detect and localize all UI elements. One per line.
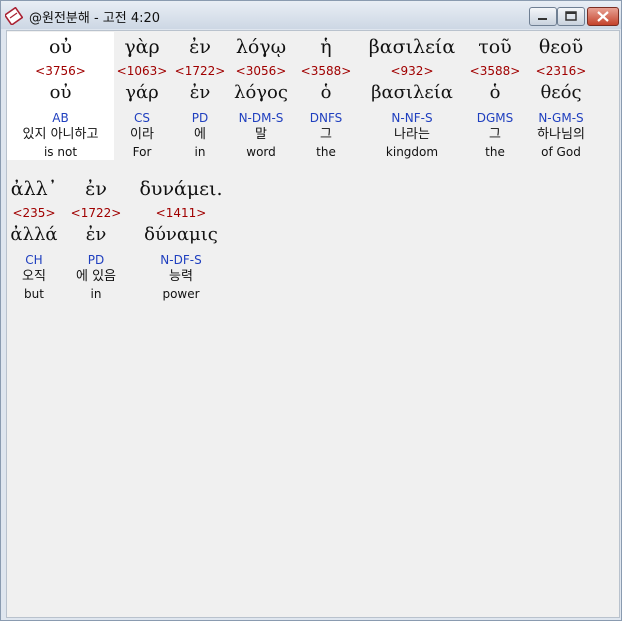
english-gloss: in: [90, 287, 102, 301]
interlinear-panel: οὐ <3756> οὐ AB 있지 아니하고 is not γὰρ <1063…: [6, 30, 620, 618]
strong-number: <235>: [12, 206, 56, 220]
word-block[interactable]: ἐν <1722> ἐν PD 에 in: [173, 32, 227, 160]
app-window: @원전분해 - 고전 4:20 οὐ <3756> οὐ AB 있지 아니하고 …: [0, 0, 622, 621]
greek-word: οὐ: [49, 36, 72, 58]
title-bar[interactable]: @원전분해 - 고전 4:20: [1, 1, 621, 29]
english-gloss: of God: [541, 145, 581, 159]
korean-gloss: 에 있음: [75, 269, 116, 284]
parse-code: PD: [191, 111, 209, 125]
english-gloss: the: [485, 145, 505, 159]
greek-word: θεοῦ: [538, 36, 584, 58]
word-block[interactable]: ἡ <3588> ὁ DNFS 그 the: [299, 32, 353, 160]
parse-code: N-NF-S: [391, 111, 433, 125]
parse-code: N-DM-S: [238, 111, 284, 125]
strong-number: <3056>: [235, 64, 287, 78]
parse-code: AB: [52, 111, 69, 125]
korean-gloss: 하나님의: [537, 127, 585, 142]
strong-number: <1411>: [155, 206, 207, 220]
word-block[interactable]: θεοῦ <2316> θεός N-GM-S 하나님의 of God: [525, 32, 597, 160]
english-gloss: the: [316, 145, 336, 159]
minimize-icon: [538, 18, 547, 20]
korean-gloss: 나라는: [394, 127, 430, 142]
korean-gloss: 있지 아니하고: [22, 127, 99, 142]
korean-gloss: 이라: [130, 127, 154, 142]
strong-number: <3756>: [35, 64, 86, 78]
english-gloss: is not: [43, 145, 78, 159]
strong-number: <2316>: [535, 64, 587, 78]
word-block[interactable]: δυνάμει. <1411> δύναμις N-DF-S 능력 power: [131, 174, 231, 302]
lemma: γάρ: [125, 82, 159, 103]
strong-number: <3588>: [300, 64, 352, 78]
korean-gloss: 능력: [169, 269, 193, 284]
lemma: δύναμις: [144, 224, 218, 245]
lemma: λόγος: [234, 82, 288, 103]
close-button[interactable]: [587, 7, 619, 26]
lemma: βασιλεία: [371, 82, 453, 103]
close-icon: [597, 11, 609, 22]
greek-word: γὰρ: [124, 36, 160, 58]
greek-word: τοῦ: [478, 36, 512, 58]
greek-word: ἡ: [320, 36, 332, 58]
korean-gloss: 오직: [22, 269, 46, 284]
english-gloss: in: [194, 145, 206, 159]
greek-word: βασιλεία: [368, 36, 456, 58]
strong-number: <3588>: [469, 64, 521, 78]
greek-word: ἐν: [85, 178, 107, 200]
word-block[interactable]: ἐν <1722> ἐν PD 에 있음 in: [65, 174, 127, 302]
lemma: ὁ: [320, 82, 332, 103]
english-gloss: kingdom: [385, 145, 439, 159]
english-gloss: For: [132, 145, 152, 159]
greek-word: ἀλλ᾽: [10, 178, 58, 200]
parse-code: DNFS: [309, 111, 343, 125]
english-gloss: power: [162, 287, 200, 301]
word-block[interactable]: ἀλλ᾽ <235> ἀλλά CH 오직 but: [7, 174, 61, 302]
english-gloss: but: [24, 287, 44, 301]
greek-word: ἐν: [189, 36, 211, 58]
parse-code: CS: [134, 111, 150, 125]
greek-word: δυνάμει.: [139, 178, 223, 200]
minimize-button[interactable]: [529, 7, 557, 26]
strong-number: <932>: [390, 64, 434, 78]
lemma: οὐ: [49, 82, 72, 103]
korean-gloss: 그: [320, 127, 332, 142]
word-block[interactable]: τοῦ <3588> ὁ DGMS 그 the: [467, 32, 523, 160]
strong-number: <1722>: [70, 206, 122, 220]
word-block[interactable]: οὐ <3756> οὐ AB 있지 아니하고 is not: [7, 32, 114, 160]
greek-word: λόγῳ: [235, 36, 287, 58]
strong-number: <1063>: [116, 64, 168, 78]
lemma: ἐν: [189, 82, 211, 103]
strong-number: <1722>: [174, 64, 226, 78]
parse-code: CH: [25, 253, 43, 267]
parse-code: PD: [87, 253, 105, 267]
word-block[interactable]: λόγῳ <3056> λόγος N-DM-S 말 word: [229, 32, 293, 160]
maximize-button[interactable]: [557, 7, 585, 26]
lemma: ἀλλά: [10, 224, 58, 245]
window-title: @원전분해 - 고전 4:20: [29, 11, 161, 26]
english-gloss: word: [246, 145, 276, 159]
lemma: θεός: [540, 82, 582, 103]
word-block[interactable]: γὰρ <1063> γάρ CS 이라 For: [115, 32, 169, 160]
maximize-icon: [565, 11, 577, 21]
korean-gloss: 에: [194, 127, 206, 142]
book-icon: [5, 7, 23, 25]
parse-code: N-DF-S: [160, 253, 202, 267]
parse-code: DGMS: [476, 111, 514, 125]
lemma: ἐν: [85, 224, 107, 245]
korean-gloss: 말: [255, 127, 267, 142]
lemma: ὁ: [489, 82, 501, 103]
korean-gloss: 그: [489, 127, 501, 142]
parse-code: N-GM-S: [538, 111, 584, 125]
word-block[interactable]: βασιλεία <932> βασιλεία N-NF-S 나라는 kingd…: [357, 32, 467, 160]
